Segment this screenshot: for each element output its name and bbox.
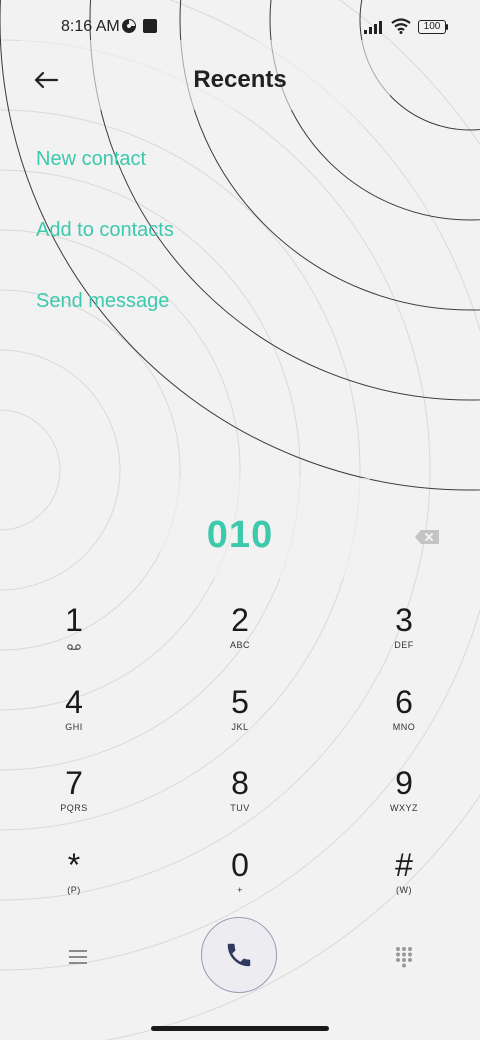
menu-icon <box>69 950 87 964</box>
key-letters: WXYZ <box>390 803 418 813</box>
key-digit: 8 <box>231 765 249 801</box>
key-digit: 0 <box>231 847 249 883</box>
key-letters: (W) <box>396 885 412 895</box>
dialed-number: 010 <box>206 514 274 556</box>
key-digit: 9 <box>395 765 413 801</box>
key-digit: 1 <box>65 602 83 638</box>
signal-icon <box>364 20 386 39</box>
key-digit: # <box>395 847 413 883</box>
key-digit: 3 <box>395 602 413 638</box>
key-letters: + <box>237 885 243 895</box>
key-letters: TUV <box>230 803 250 813</box>
key-digit: 4 <box>65 684 83 720</box>
key-letters: JKL <box>231 722 249 732</box>
add-to-contacts-link[interactable]: Add to contacts <box>36 219 174 242</box>
key-hash[interactable]: # (W) <box>344 847 464 917</box>
new-contact-link[interactable]: New contact <box>36 148 146 171</box>
key-7[interactable]: 7 PQRS <box>14 765 134 835</box>
key-letters: (P) <box>67 885 81 895</box>
dialpad-toggle-button[interactable] <box>390 942 418 972</box>
send-message-link[interactable]: Send message <box>36 290 169 313</box>
key-letters: ABC <box>229 640 250 650</box>
home-indicator[interactable] <box>151 1026 329 1031</box>
key-digit: 2 <box>231 602 249 638</box>
page-title: Recents <box>193 66 287 93</box>
key-letters: PQRS <box>60 803 88 813</box>
backspace-icon <box>415 530 439 544</box>
key-digit: 6 <box>395 684 413 720</box>
key-letters: DEF <box>394 640 414 650</box>
key-digit: 5 <box>231 684 249 720</box>
key-digit: * <box>67 847 81 883</box>
key-5[interactable]: 5 JKL <box>180 684 300 754</box>
dialpad-grid-icon <box>396 947 412 968</box>
notification-square-icon <box>142 18 158 39</box>
key-4[interactable]: 4 GHI <box>14 684 134 754</box>
call-button[interactable] <box>201 917 277 993</box>
data-saver-icon <box>121 18 137 39</box>
key-9[interactable]: 9 WXYZ <box>344 765 464 835</box>
key-0[interactable]: 0 + <box>180 847 300 917</box>
menu-button[interactable] <box>62 942 94 972</box>
key-star[interactable]: * (P) <box>14 847 134 917</box>
wifi-icon <box>391 18 411 39</box>
voicemail-icon <box>14 638 134 650</box>
key-1[interactable]: 1 <box>14 602 134 672</box>
key-6[interactable]: 6 MNO <box>344 684 464 754</box>
status-bar: 8:16 AM 100 <box>0 0 480 56</box>
key-digit: 7 <box>65 765 83 801</box>
backspace-button[interactable] <box>411 524 443 550</box>
key-8[interactable]: 8 TUV <box>180 765 300 835</box>
phone-icon <box>227 943 251 967</box>
battery-icon: 100 <box>418 20 448 34</box>
status-time: 8:16 AM <box>61 18 120 35</box>
battery-level: 100 <box>418 20 446 34</box>
key-3[interactable]: 3 DEF <box>344 602 464 672</box>
key-letters: MNO <box>392 722 416 732</box>
key-letters: GHI <box>65 722 83 732</box>
key-2[interactable]: 2 ABC <box>180 602 300 672</box>
